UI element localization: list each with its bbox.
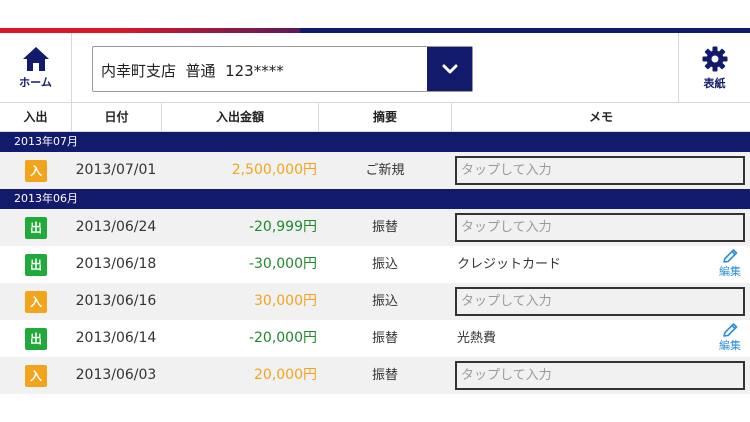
pencil-icon	[723, 323, 738, 337]
transaction-row[interactable]: 入 2013/06/16 30,000円 振込 タップして入力	[0, 283, 750, 320]
memo-text: クレジットカード	[457, 257, 562, 272]
cover-label: 表紙	[703, 76, 726, 90]
transaction-date: 2013/06/03	[75, 367, 157, 383]
transaction-amount: 2,500,000円	[231, 162, 317, 178]
transaction-date: 2013/06/18	[75, 256, 157, 272]
account-select-value: 内幸町支店 普通 123****	[101, 62, 284, 80]
transaction-row[interactable]: 出 2013/06/18 -30,000円 振込 クレジットカード 編集	[0, 246, 750, 283]
app-header: ホーム 内幸町支店 普通 123**** 表紙	[0, 33, 750, 103]
deposit-badge: 入	[25, 160, 47, 182]
gear-icon	[702, 46, 727, 71]
transaction-date: 2013/07/01	[75, 162, 157, 178]
transaction-summary: 振込	[371, 257, 398, 272]
transaction-row[interactable]: 出 2013/06/14 -20,000円 振替 光熱費 編集	[0, 320, 750, 357]
transaction-summary: 振替	[371, 368, 398, 383]
home-button[interactable]: ホーム	[0, 33, 72, 103]
transaction-date: 2013/06/14	[75, 330, 157, 346]
transaction-amount: 30,000円	[254, 293, 317, 309]
edit-label: 編集	[719, 265, 741, 278]
memo-input[interactable]: タップして入力	[455, 287, 745, 316]
transaction-date: 2013/06/24	[75, 219, 157, 235]
pencil-icon	[723, 249, 738, 263]
table-header: 入出 日付 入出金額 摘要 メモ	[0, 103, 750, 132]
transaction-summary: 振替	[371, 220, 398, 235]
chevron-down-icon	[442, 64, 457, 74]
home-icon	[22, 47, 49, 71]
column-header-memo: メモ	[588, 110, 613, 124]
withdrawal-badge: 出	[25, 254, 47, 276]
withdrawal-badge: 出	[25, 328, 47, 350]
deposit-badge: 入	[25, 291, 47, 313]
transaction-row[interactable]: 入 2013/06/03 20,000円 振替 タップして入力	[0, 357, 750, 394]
column-header-date: 日付	[72, 103, 162, 132]
memo-input[interactable]: タップして入力	[455, 361, 745, 390]
transaction-date: 2013/06/16	[75, 293, 157, 309]
transaction-amount: -20,000円	[248, 330, 317, 346]
account-select[interactable]: 内幸町支店 普通 123****	[92, 46, 473, 92]
memo-input[interactable]: タップして入力	[455, 156, 745, 185]
month-header: 2013年06月	[0, 189, 750, 209]
account-dropdown-button[interactable]	[427, 47, 472, 91]
column-header-amount: 入出金額	[162, 103, 319, 132]
memo-input[interactable]: タップして入力	[455, 213, 745, 242]
transaction-row[interactable]: 出 2013/06/24 -20,999円 振替 タップして入力	[0, 209, 750, 246]
transaction-amount: 20,000円	[254, 367, 317, 383]
status-bar-area	[0, 0, 750, 33]
column-header-type: 入出	[0, 103, 72, 132]
transaction-amount: -20,999円	[248, 219, 317, 235]
deposit-badge: 入	[25, 365, 47, 387]
transaction-summary: 振込	[371, 294, 398, 309]
transaction-summary: ご新規	[365, 163, 405, 178]
transaction-row[interactable]: 入 2013/07/01 2,500,000円 ご新規 タップして入力	[0, 152, 750, 189]
cover-button[interactable]: 表紙	[678, 33, 750, 103]
home-label: ホーム	[19, 76, 52, 89]
withdrawal-badge: 出	[25, 217, 47, 239]
edit-memo-button[interactable]: 編集	[712, 323, 748, 355]
month-header: 2013年07月	[0, 132, 750, 152]
edit-memo-button[interactable]: 編集	[712, 249, 748, 281]
memo-text: 光熱費	[457, 331, 497, 346]
column-header-summary: 摘要	[319, 103, 452, 132]
edit-label: 編集	[719, 339, 741, 352]
transaction-summary: 振替	[371, 331, 398, 346]
transaction-amount: -30,000円	[248, 256, 317, 272]
